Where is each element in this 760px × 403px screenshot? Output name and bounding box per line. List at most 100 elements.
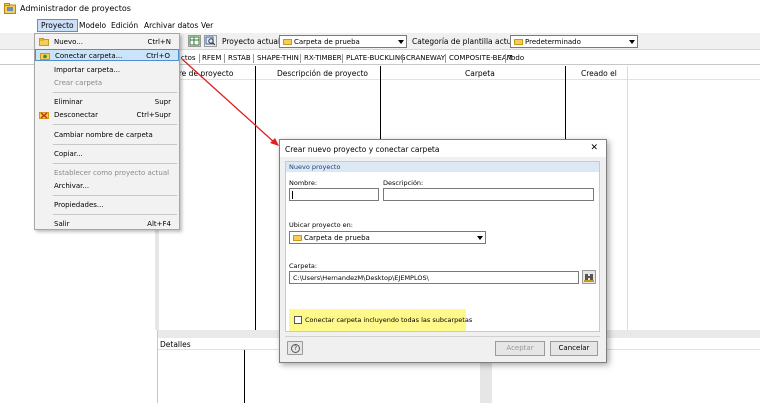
folder-icon xyxy=(283,39,292,45)
dialog-title-bar: Crear nuevo proyecto y conectar carpeta … xyxy=(280,140,606,157)
new-project-dialog: Crear nuevo proyecto y conectar carpeta … xyxy=(279,139,607,363)
menu-proyecto[interactable]: Proyecto xyxy=(37,19,78,32)
tab-craneway[interactable]: CRANEWAY xyxy=(406,54,445,62)
tab-projects[interactable]: ctos xyxy=(181,54,196,62)
connect-folder-icon xyxy=(40,53,50,60)
template-category-label: Categoría de plantilla actual xyxy=(412,37,519,46)
chevron-down-icon xyxy=(477,236,483,240)
column-created[interactable]: Creado el xyxy=(581,69,617,78)
menu-archivar-datos[interactable]: Archivar datos xyxy=(144,21,198,30)
template-category-value: Predeterminado xyxy=(525,38,581,46)
cancel-button[interactable]: Cancelar xyxy=(550,341,598,356)
tab-separator xyxy=(300,54,301,63)
tab-separator xyxy=(505,54,506,63)
disconnect-icon xyxy=(39,112,49,119)
menu-edicion[interactable]: Edición xyxy=(111,21,138,30)
new-project-group: Nuevo proyecto Nombre: Descripción: Ubic… xyxy=(285,161,600,332)
help-button[interactable]: ? xyxy=(287,341,303,355)
menu-item-cambiar-nombre[interactable]: Cambiar nombre de carpeta xyxy=(35,129,179,141)
column-project-description[interactable]: Descripción de proyecto xyxy=(277,69,368,78)
current-project-value: Carpeta de prueba xyxy=(294,38,360,46)
subfolders-checkbox-label[interactable]: Conectar carpeta incluyendo todas las su… xyxy=(305,316,472,324)
chevron-down-icon xyxy=(629,40,635,44)
description-input[interactable] xyxy=(383,188,594,201)
details-divider xyxy=(244,350,245,403)
template-category-select[interactable]: Predeterminado xyxy=(510,35,638,48)
tab-rstab[interactable]: RSTAB xyxy=(228,54,251,62)
menu-bar: Proyecto Modelo Edición Archivar datos V… xyxy=(0,18,760,33)
close-icon[interactable]: ✕ xyxy=(590,143,598,153)
dialog-title: Crear nuevo proyecto y conectar carpeta xyxy=(285,145,440,154)
menu-modelo[interactable]: Modelo xyxy=(79,21,106,30)
text-caret xyxy=(292,191,293,199)
column-divider xyxy=(255,66,256,330)
menu-item-archivar[interactable]: Archivar... xyxy=(35,180,179,192)
group-title: Nuevo proyecto xyxy=(289,163,341,171)
menu-separator xyxy=(53,144,177,145)
tab-separator xyxy=(402,54,403,63)
grid-icon xyxy=(189,36,200,46)
menu-item-eliminar[interactable]: Eliminar Supr xyxy=(35,96,179,108)
proyecto-menu: Nuevo... Ctrl+N Conectar carpeta... Ctrl… xyxy=(34,33,180,230)
accept-button[interactable]: Aceptar xyxy=(495,341,545,356)
name-input[interactable] xyxy=(289,188,379,201)
grid-view-button[interactable] xyxy=(188,35,201,47)
menu-item-importar-carpeta[interactable]: Importar carpeta... xyxy=(35,64,179,76)
magnifier-icon xyxy=(205,36,216,46)
menu-ver[interactable]: Ver xyxy=(201,21,213,30)
tab-todo[interactable]: Todo xyxy=(508,54,524,62)
app-icon xyxy=(4,3,16,14)
menu-item-salir[interactable]: Salir Alt+F4 xyxy=(35,218,179,230)
folder-icon xyxy=(39,38,49,46)
browse-folder-button[interactable] xyxy=(582,270,596,284)
menu-separator xyxy=(53,92,177,93)
menu-separator xyxy=(53,214,177,215)
annotation-arrow-head xyxy=(270,138,279,146)
search-view-button[interactable] xyxy=(204,35,217,47)
tab-composite-beam[interactable]: COMPOSITE-BEAM xyxy=(449,54,513,62)
details-label: Detalles xyxy=(160,340,191,349)
folder-label: Carpeta: xyxy=(289,262,318,270)
project-table-header: bre de proyecto Descripción de proyecto … xyxy=(160,66,760,80)
column-project-name[interactable]: bre de proyecto xyxy=(174,69,233,78)
menu-separator xyxy=(53,163,177,164)
menu-item-copiar[interactable]: Copiar... xyxy=(35,148,179,160)
menu-item-desconectar[interactable]: Desconectar Ctrl+Supr xyxy=(35,109,179,121)
menu-item-crear-carpeta[interactable]: Crear carpeta xyxy=(35,77,179,89)
tab-separator xyxy=(253,54,254,63)
tab-separator xyxy=(445,54,446,63)
binoculars-icon xyxy=(584,274,594,282)
dialog-separator xyxy=(285,336,600,337)
column-divider xyxy=(627,66,628,330)
name-label: Nombre: xyxy=(289,179,318,187)
tab-separator xyxy=(199,54,200,63)
tab-shape-thin[interactable]: SHAPE-THIN xyxy=(257,54,299,62)
current-project-select[interactable]: Carpeta de prueba xyxy=(279,35,407,48)
location-label: Ubicar proyecto en: xyxy=(289,221,353,229)
tab-rfem[interactable]: RFEM xyxy=(202,54,221,62)
menu-separator xyxy=(53,195,177,196)
tab-plate-buckling[interactable]: PLATE-BUCKLING xyxy=(346,54,406,62)
location-select[interactable]: Carpeta de prueba xyxy=(289,231,486,244)
tab-rx-timber[interactable]: RX-TIMBER xyxy=(304,54,342,62)
subfolders-option-highlight: Conectar carpeta incluyendo todas las su… xyxy=(289,309,472,331)
folder-icon xyxy=(514,39,523,45)
folder-path-input[interactable]: C:\Users\HernandezM\Desktop\EJEMPLOS\ xyxy=(289,271,579,284)
tab-separator xyxy=(224,54,225,63)
column-folder[interactable]: Carpeta xyxy=(465,69,495,78)
title-bar: Administrador de proyectos xyxy=(0,0,760,18)
menu-item-establecer-actual[interactable]: Establecer como proyecto actual xyxy=(35,167,179,179)
menu-item-conectar-carpeta[interactable]: Conectar carpeta... Ctrl+O xyxy=(35,49,179,61)
subfolders-checkbox[interactable] xyxy=(294,316,302,324)
details-scrollbar[interactable] xyxy=(480,363,492,403)
chevron-down-icon xyxy=(398,40,404,44)
window-title: Administrador de proyectos xyxy=(20,4,131,13)
folder-icon xyxy=(293,235,302,241)
menu-item-nuevo[interactable]: Nuevo... Ctrl+N xyxy=(35,36,179,48)
help-icon: ? xyxy=(291,344,300,353)
current-project-label: Proyecto actual: xyxy=(222,37,283,46)
description-label: Descripción: xyxy=(383,179,424,187)
group-header: Nuevo proyecto xyxy=(286,162,599,172)
tab-separator xyxy=(342,54,343,63)
menu-item-propiedades[interactable]: Propiedades... xyxy=(35,199,179,211)
